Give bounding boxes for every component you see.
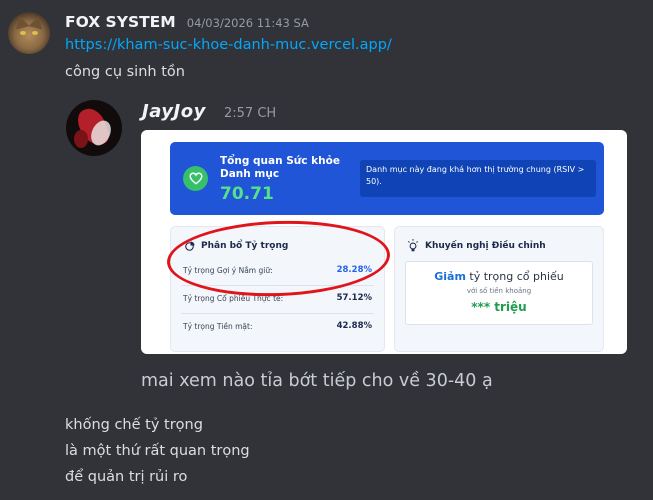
quoted-author-name: JayJoy [142,101,206,122]
message-timestamp: 04/03/2026 11:43 SA [186,16,309,30]
cat-ear-left [12,14,30,30]
advice-subtext: với số tiền khoảng [466,287,532,295]
advice-action: Giảm [434,270,466,283]
author-name[interactable]: FOX SYSTEM [65,13,176,31]
robot-figure-dark [74,130,88,148]
advice-action-rest: tỷ trọng cổ phiếu [465,270,564,283]
heart-icon [183,166,208,191]
advice-card: Khuyến nghị Điều chỉnh Giảm tỷ trọng cổ … [394,226,604,352]
advice-title: Khuyến nghị Điều chỉnh [425,241,546,251]
message-header: FOX SYSTEM 04/03/2026 11:43 SA [65,12,309,31]
health-score: 70.71 [220,184,274,204]
followup-line: là một thứ rất quan trọng [65,443,250,459]
advice-amount: *** triệu [471,300,527,314]
lightbulb-icon [408,239,418,252]
followup-line: để quản trị rủi ro [65,469,188,485]
banner-note: Danh mục này đang khá hơn thị trường chu… [360,160,596,197]
health-overview-banner: Tổng quan Sức khỏe Danh mục 70.71 Danh m… [170,142,604,215]
message-avatar[interactable] [8,12,50,54]
message-text: công cụ sinh tồn [65,64,185,80]
row-value: 42.88% [336,321,372,331]
advice-box: Giảm tỷ trọng cổ phiếu với số tiền khoản… [405,261,593,325]
cat-ear-right [28,14,46,30]
cat-eye-right [32,31,38,35]
advice-action-line: Giảm tỷ trọng cổ phiếu [406,270,592,283]
banner-title: Tổng quan Sức khỏe Danh mục [220,155,340,180]
message-link[interactable]: https://kham-suc-khoe-danh-muc.vercel.ap… [65,37,392,53]
quoted-caption: mai xem nào tỉa bớt tiếp cho về 30-40 ạ [141,371,493,391]
followup-line: khống chế tỷ trọng [65,417,203,433]
cat-eye-left [20,31,26,35]
divider [181,313,374,314]
quoted-time: 2:57 CH [224,106,277,121]
quoted-author-avatar [66,100,122,156]
allocation-row: Tỷ trọng Tiền mặt: 42.88% [181,319,374,337]
row-value: 57.12% [336,293,372,303]
row-label: Tỷ trọng Tiền mặt: [183,322,253,331]
